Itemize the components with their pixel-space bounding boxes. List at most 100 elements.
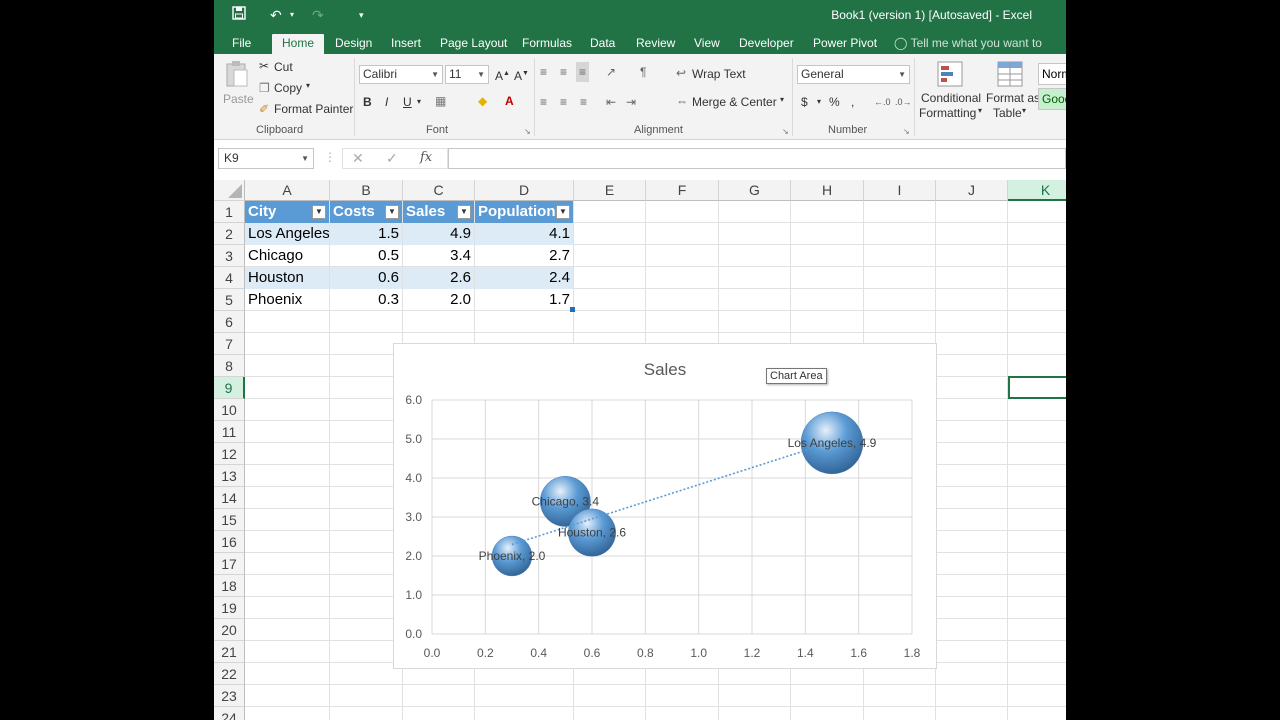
row-header-7[interactable]: 7 xyxy=(214,333,245,355)
row-header-8[interactable]: 8 xyxy=(214,355,245,377)
filter-dropdown-icon[interactable]: ▼ xyxy=(385,205,399,219)
conditional-formatting-icon[interactable] xyxy=(936,60,964,88)
row-header-1[interactable]: 1 xyxy=(214,201,245,223)
insert-function-icon[interactable]: fx xyxy=(420,150,432,165)
filter-dropdown-icon[interactable]: ▼ xyxy=(457,205,471,219)
tab-home[interactable]: Home xyxy=(272,34,325,54)
orientation-icon[interactable]: ↗ xyxy=(606,64,616,80)
table-resize-handle[interactable] xyxy=(570,307,575,312)
table-header-cell[interactable]: Sales ▼ xyxy=(403,201,474,223)
paste-icon[interactable] xyxy=(225,60,249,88)
tab-developer[interactable]: Developer xyxy=(739,34,794,54)
percent-button[interactable]: % xyxy=(829,94,840,110)
align-left-icon[interactable]: ≡ xyxy=(540,94,547,110)
number-dialog-launcher-icon[interactable]: ↘ xyxy=(903,124,910,140)
style-good[interactable]: Good xyxy=(1038,88,1066,110)
font-dialog-launcher-icon[interactable]: ↘ xyxy=(524,124,531,140)
column-header-h[interactable]: H xyxy=(791,180,864,201)
table-header-cell[interactable]: Costs ▼ xyxy=(330,201,402,223)
row-header-23[interactable]: 23 xyxy=(214,685,245,707)
table-cell[interactable]: Chicago xyxy=(245,245,329,267)
table-cell[interactable]: Phoenix xyxy=(245,289,329,311)
table-cell[interactable]: 2.0 xyxy=(403,289,474,311)
table-cell[interactable]: 3.4 xyxy=(403,245,474,267)
comma-button[interactable]: , xyxy=(851,94,854,110)
table-cell[interactable]: 1.5 xyxy=(330,223,402,245)
row-header-24[interactable]: 24 xyxy=(214,707,245,720)
text-direction-icon[interactable]: ¶ xyxy=(640,64,646,80)
cut-button[interactable]: Cut xyxy=(274,60,293,74)
row-header-3[interactable]: 3 xyxy=(214,245,245,267)
top-align-icon[interactable]: ≡ xyxy=(540,64,547,80)
table-cell[interactable]: 4.9 xyxy=(403,223,474,245)
row-header-11[interactable]: 11 xyxy=(214,421,245,443)
table-cell[interactable]: 4.1 xyxy=(475,223,573,245)
paste-button[interactable]: Paste xyxy=(223,92,254,106)
row-header-15[interactable]: 15 xyxy=(214,509,245,531)
bold-button[interactable]: B xyxy=(363,94,372,110)
conditional-formatting-button[interactable]: Conditional xyxy=(921,91,981,105)
table-cell[interactable]: 0.3 xyxy=(330,289,402,311)
column-header-e[interactable]: E xyxy=(574,180,646,201)
column-header-i[interactable]: I xyxy=(864,180,936,201)
row-header-10[interactable]: 10 xyxy=(214,399,245,421)
table-header-cell[interactable]: City ▼ xyxy=(245,201,329,223)
tab-view[interactable]: View xyxy=(694,34,720,54)
row-header-5[interactable]: 5 xyxy=(214,289,245,311)
table-cell[interactable]: 0.6 xyxy=(330,267,402,289)
row-header-17[interactable]: 17 xyxy=(214,553,245,575)
underline-button[interactable]: U xyxy=(403,94,412,110)
decrease-decimal-icon[interactable]: .0→ xyxy=(895,94,912,110)
bottom-align-icon[interactable]: ≡ xyxy=(576,62,590,82)
row-header-12[interactable]: 12 xyxy=(214,443,245,465)
table-cell[interactable]: 1.7 xyxy=(475,289,573,311)
borders-icon[interactable]: ▦ xyxy=(435,93,446,109)
row-header-16[interactable]: 16 xyxy=(214,531,245,553)
conditional-dropdown-icon[interactable]: ▾ xyxy=(978,106,982,115)
font-size-select[interactable]: 11 ▼ xyxy=(445,65,489,84)
enter-icon[interactable]: ✓ xyxy=(386,150,398,167)
row-header-4[interactable]: 4 xyxy=(214,267,245,289)
format-as-table-icon[interactable] xyxy=(996,60,1024,88)
alignment-dialog-launcher-icon[interactable]: ↘ xyxy=(782,124,789,140)
bubble-chart[interactable]: Sales 0.0 0.2 0.4 0.6 0.8 1.0 1.2 1.4 1.6 1.8 0.0 1.… xyxy=(393,343,937,669)
format-table-dropdown-icon[interactable]: ▾ xyxy=(1022,106,1026,115)
table-header-cell[interactable]: Population ▼ xyxy=(475,201,573,223)
selected-cell-k9[interactable] xyxy=(1008,376,1066,399)
save-icon[interactable] xyxy=(232,6,246,24)
increase-indent-icon[interactable]: ⇥ xyxy=(626,94,636,110)
italic-button[interactable]: I xyxy=(385,94,388,110)
tab-file[interactable]: File xyxy=(232,34,251,54)
font-name-select[interactable]: Calibri ▼ xyxy=(359,65,443,84)
style-normal[interactable]: Normal xyxy=(1038,63,1066,85)
fill-color-icon[interactable]: ◆ xyxy=(478,93,487,109)
row-header-21[interactable]: 21 xyxy=(214,641,245,663)
column-header-a[interactable]: A xyxy=(245,180,330,201)
column-header-d[interactable]: D xyxy=(475,180,574,201)
select-all-corner[interactable] xyxy=(214,180,245,201)
number-format-select[interactable]: General ▼ xyxy=(797,65,910,84)
tab-data[interactable]: Data xyxy=(590,34,615,54)
filter-dropdown-icon[interactable]: ▼ xyxy=(556,205,570,219)
name-box[interactable]: K9 ▼ xyxy=(218,148,314,169)
tab-formulas[interactable]: Formulas xyxy=(522,34,572,54)
increase-font-icon[interactable]: A▲ xyxy=(495,66,510,84)
row-header-13[interactable]: 13 xyxy=(214,465,245,487)
copy-dropdown-icon[interactable]: ▾ xyxy=(306,81,310,90)
font-color-icon[interactable]: A xyxy=(505,93,514,109)
tab-power-pivot[interactable]: Power Pivot xyxy=(813,34,877,54)
currency-button[interactable]: $ xyxy=(801,94,808,110)
table-cell[interactable]: 0.5 xyxy=(330,245,402,267)
copy-button[interactable]: Copy xyxy=(274,81,302,95)
row-header-14[interactable]: 14 xyxy=(214,487,245,509)
column-header-j[interactable]: J xyxy=(936,180,1008,201)
decrease-indent-icon[interactable]: ⇤ xyxy=(606,94,616,110)
table-cell[interactable]: 2.7 xyxy=(475,245,573,267)
row-header-20[interactable]: 20 xyxy=(214,619,245,641)
format-as-table-button[interactable]: Format as xyxy=(986,91,1040,105)
table-cell[interactable]: 2.4 xyxy=(475,267,573,289)
wrap-text-button[interactable]: Wrap Text xyxy=(692,67,746,81)
merge-dropdown-icon[interactable]: ▾ xyxy=(780,95,784,104)
tab-page-layout[interactable]: Page Layout xyxy=(440,34,507,54)
tab-review[interactable]: Review xyxy=(636,34,675,54)
